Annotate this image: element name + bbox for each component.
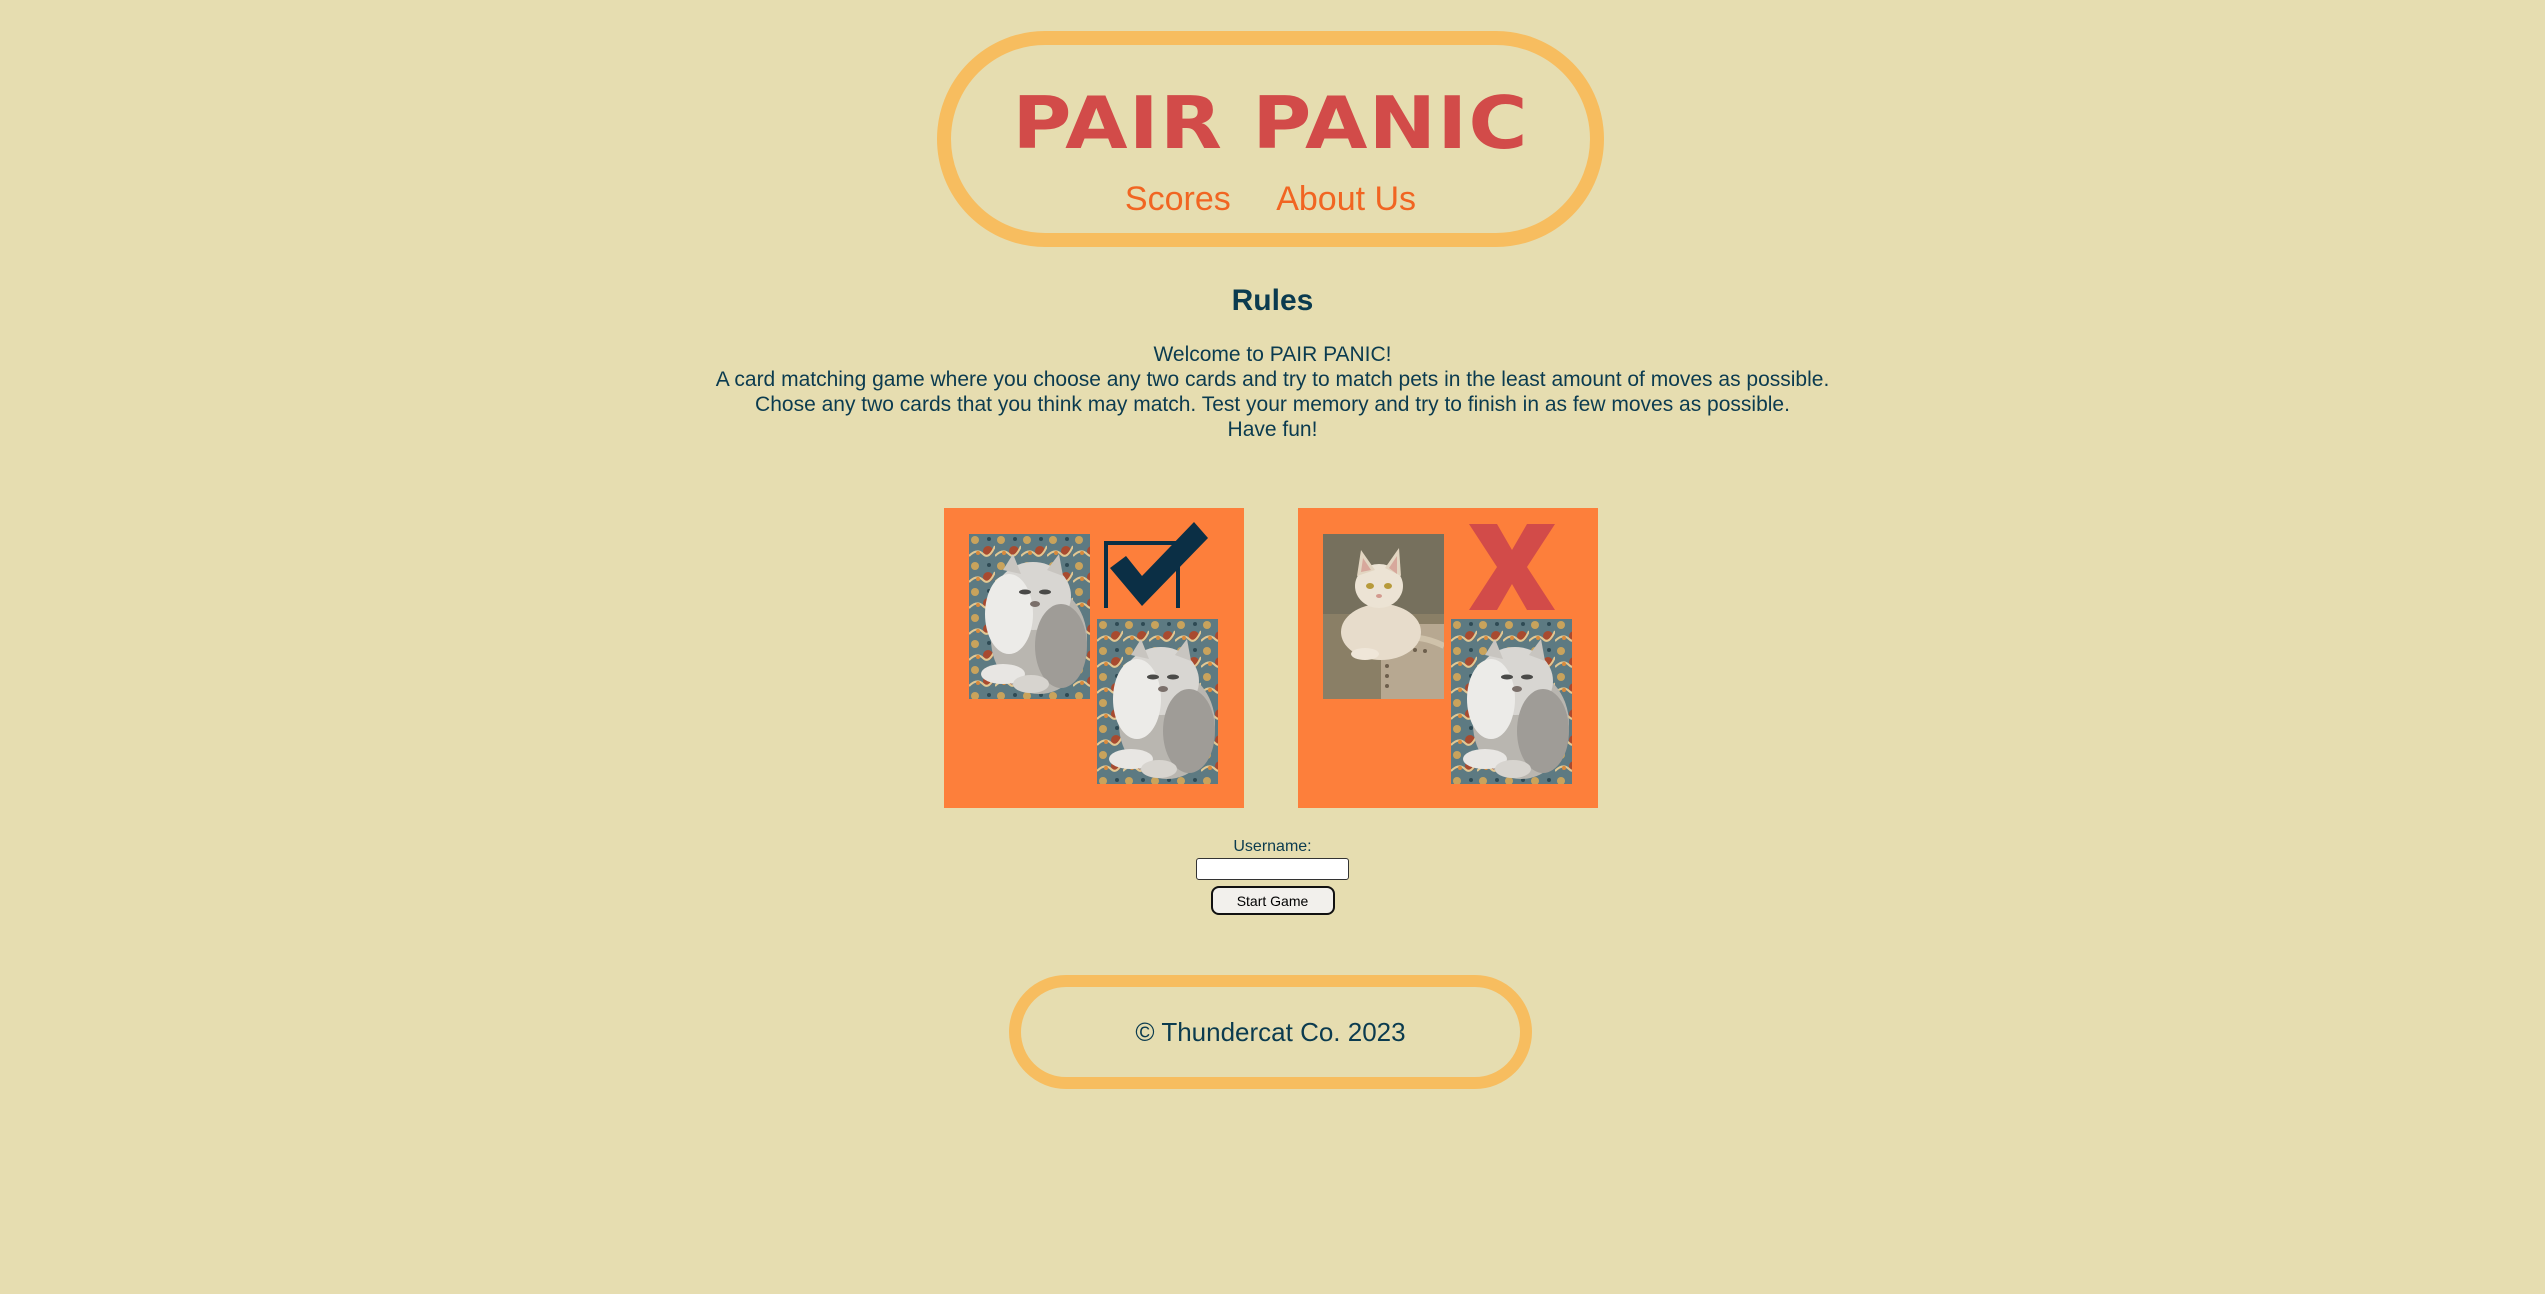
footer-copyright: © Thundercat Co. 2023 [1135,1016,1406,1047]
nav-link-scores[interactable]: Scores [1125,180,1231,218]
x-icon [1469,524,1555,610]
match-example-panel [944,508,1244,808]
rules-text: Welcome to PAIR PANIC! A card matching g… [0,342,2545,442]
fluffy-gray-cat-photo [1097,619,1218,784]
main-nav: Scores About Us [951,182,1590,216]
site-header: PAIR PANIC Scores About Us [937,31,1604,247]
username-label: Username: [1233,838,1312,855]
rules-line-welcome: Welcome to PAIR PANIC! [1153,343,1392,366]
cream-cat-photo [1323,534,1444,699]
fluffy-gray-cat-photo [1451,619,1572,784]
start-game-form: Username: Start Game [0,838,2545,915]
nav-link-about-us[interactable]: About Us [1276,180,1416,218]
start-game-button[interactable]: Start Game [1210,886,1335,915]
checkmark-icon [1104,522,1208,608]
rules-line-description: A card matching game where you choose an… [715,368,1830,391]
rules-heading: Rules [1231,284,1314,317]
username-input[interactable] [1196,858,1349,880]
mismatch-example-panel [1298,508,1598,808]
site-title: PAIR PANIC [1012,81,1529,165]
rules-line-have-fun: Have fun! [1227,418,1318,441]
rules-line-instructions: Chose any two cards that you think may m… [755,393,1790,416]
site-footer: © Thundercat Co. 2023 [1009,975,1532,1089]
fluffy-gray-cat-photo [969,534,1090,699]
